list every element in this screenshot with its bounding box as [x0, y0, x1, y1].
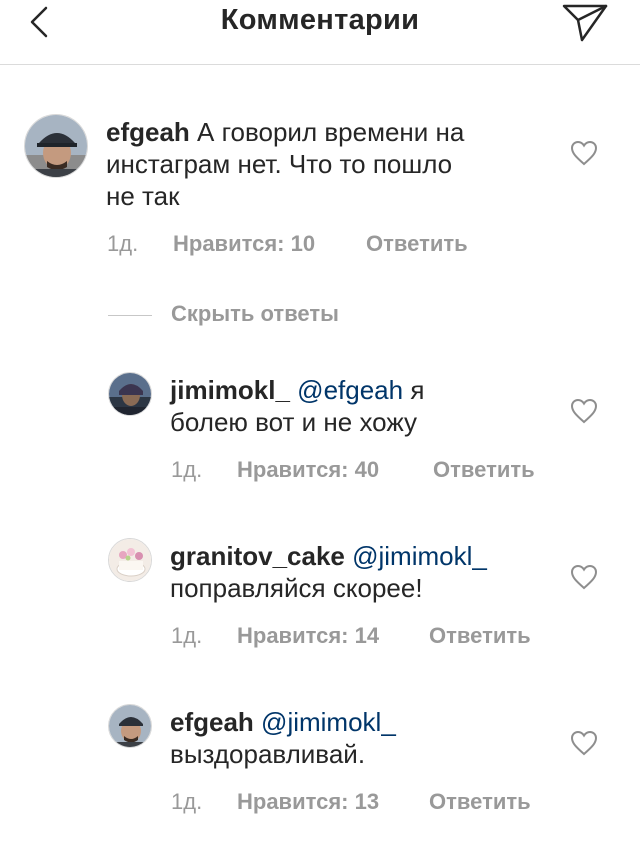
comment-body-line3: не так — [106, 181, 180, 211]
comment-username[interactable]: efgeah — [106, 117, 190, 147]
avatar[interactable] — [108, 704, 152, 748]
avatar-image — [109, 705, 151, 747]
mention-link[interactable]: @jimimokl_ — [352, 541, 487, 571]
comment-body-line2: болею вот и не хожу — [170, 407, 418, 437]
like-button[interactable] — [570, 398, 598, 424]
mention-link[interactable]: @efgeah — [297, 375, 403, 405]
likes-count[interactable]: Нравится: 10 — [173, 231, 315, 257]
comment-body: А говорил времени на — [197, 117, 465, 147]
reply-button[interactable]: Ответить — [429, 623, 531, 649]
reply-button[interactable]: Ответить — [366, 231, 468, 257]
comment-username[interactable]: jimimokl_ — [170, 375, 290, 405]
avatar[interactable] — [24, 114, 88, 178]
avatar-image — [109, 373, 151, 415]
comment-time: 1д. — [171, 789, 203, 814]
comment-body: я — [410, 375, 425, 405]
comment-username[interactable]: granitov_cake — [170, 541, 345, 571]
divider-line — [108, 315, 152, 316]
mention-link[interactable]: @jimimokl_ — [261, 707, 396, 737]
heart-icon — [570, 730, 598, 756]
reply-button[interactable]: Ответить — [429, 789, 531, 815]
comment-body-line2: инстаграм нет. Что то пошло — [106, 149, 453, 179]
likes-count[interactable]: Нравится: 14 — [237, 623, 379, 649]
comment-body-line2: выздоравливай. — [170, 739, 366, 769]
comment-text: efgeah @jimimokl_ выздоравливай. — [170, 706, 590, 770]
like-button[interactable] — [570, 564, 598, 590]
comment-text: jimimokl_ @efgeah я болею вот и не хожу — [170, 374, 570, 438]
comment-text: efgeah А говорил времени на инстаграм не… — [106, 116, 566, 212]
avatar[interactable] — [108, 538, 152, 582]
likes-count[interactable]: Нравится: 40 — [237, 457, 379, 483]
paper-plane-icon — [562, 4, 608, 42]
page-title: Комментарии — [220, 4, 420, 36]
send-button[interactable] — [556, 0, 612, 46]
comment-username[interactable]: efgeah — [170, 707, 254, 737]
heart-icon — [570, 398, 598, 424]
reply-button[interactable]: Ответить — [433, 457, 535, 483]
like-button[interactable] — [570, 730, 598, 756]
comment-time: 1д. — [171, 623, 203, 648]
comment-time: 1д. — [171, 457, 203, 482]
header-bar: Комментарии — [0, 0, 640, 65]
like-button[interactable] — [570, 140, 598, 166]
comment-time: 1д. — [107, 231, 139, 256]
heart-icon — [570, 140, 598, 166]
comment-text: granitov_cake @jimimokl_ поправляйся ско… — [170, 540, 590, 604]
comment-body-line2: поправляйся скорее! — [170, 573, 423, 603]
avatar-image — [25, 115, 87, 177]
avatar-image — [109, 539, 151, 581]
likes-count[interactable]: Нравится: 13 — [237, 789, 379, 815]
hide-replies-label[interactable]: Скрыть ответы — [171, 301, 339, 327]
heart-icon — [570, 564, 598, 590]
avatar[interactable] — [108, 372, 152, 416]
